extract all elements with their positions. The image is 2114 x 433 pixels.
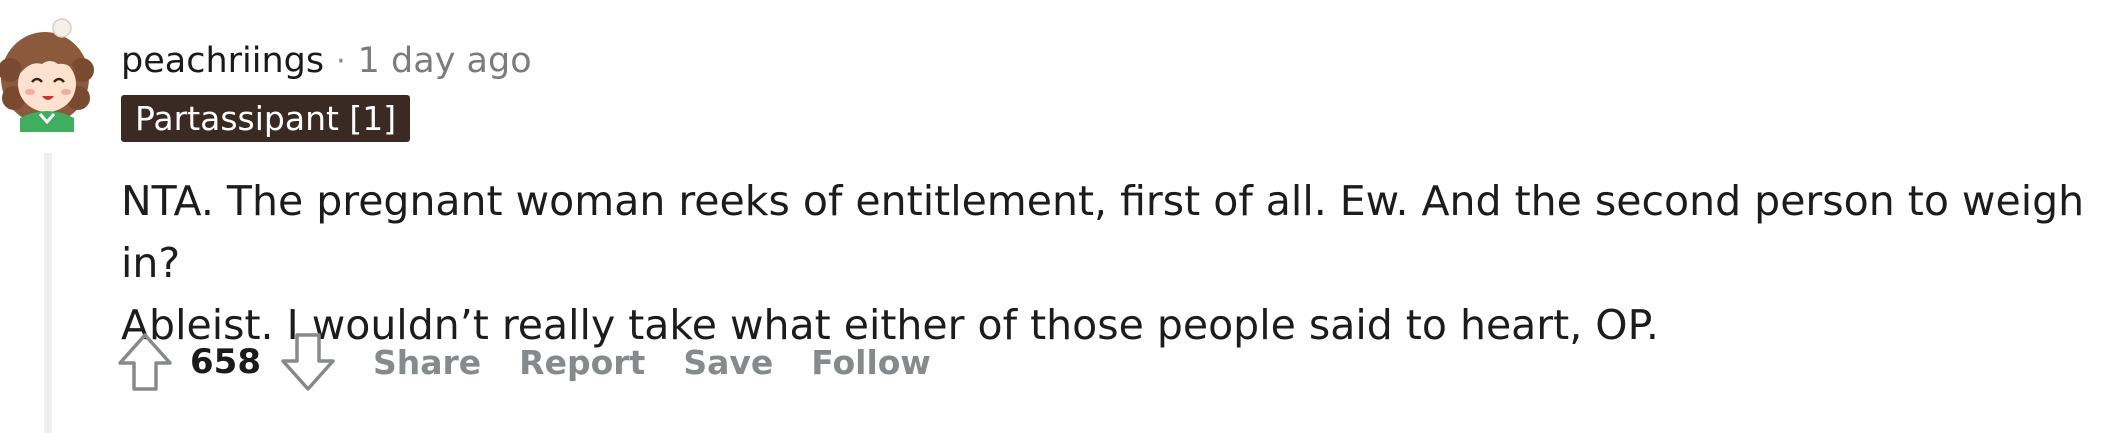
username[interactable]: peachriings (121, 41, 324, 81)
share-button[interactable]: Share (373, 343, 481, 382)
arrow-down-icon[interactable] (279, 331, 337, 393)
comment-header: peachriings · 1 day ago (121, 36, 532, 86)
save-button[interactable]: Save (683, 343, 773, 382)
user-flair: Partassipant [1] (121, 95, 411, 142)
report-button[interactable]: Report (519, 343, 645, 382)
avatar[interactable] (0, 18, 94, 132)
comment-line: NTA. The pregnant woman reeks of entitle… (121, 177, 2085, 287)
vote-score: 658 (190, 342, 261, 382)
arrow-up-icon[interactable] (116, 331, 174, 393)
timestamp[interactable]: 1 day ago (358, 41, 532, 81)
meta-separator: · (336, 43, 346, 79)
thread-line[interactable] (44, 153, 52, 433)
comment-actions: 658 Share Report Save Follow (116, 328, 931, 396)
follow-button[interactable]: Follow (811, 343, 931, 382)
